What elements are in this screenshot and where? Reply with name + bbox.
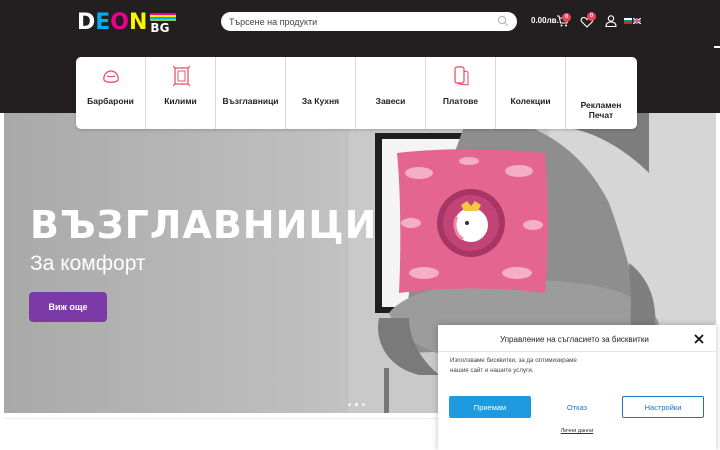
logo-letter-n: N xyxy=(129,10,148,35)
category-kolekcii[interactable]: Колекции xyxy=(496,57,566,129)
search-bar xyxy=(221,12,517,31)
category-reklamen-pechat[interactable]: Рекламен Печат xyxy=(566,57,636,129)
search-icon[interactable] xyxy=(497,15,509,27)
bulgarian-flag-icon[interactable] xyxy=(624,18,632,24)
category-label: Завеси xyxy=(375,96,406,106)
english-flag-icon[interactable] xyxy=(633,18,641,24)
category-platove[interactable]: Платове xyxy=(426,57,496,129)
category-label: Барбарони xyxy=(87,96,134,106)
cookie-settings-button[interactable]: Настройки xyxy=(622,396,704,418)
logo-suffix: BG xyxy=(150,21,170,35)
cookie-divider xyxy=(438,351,716,352)
rug-icon xyxy=(172,65,191,87)
category-za-kuhnya[interactable]: За Кухня xyxy=(286,57,356,129)
cookie-deny-button[interactable]: Отказ xyxy=(536,396,618,418)
category-nav: Барбарони Килими Възглавници За Кухня За… xyxy=(76,57,637,129)
cookie-accept-button[interactable]: Приемам xyxy=(449,396,531,418)
logo-letter-e: E xyxy=(95,10,111,35)
close-icon[interactable] xyxy=(694,334,704,344)
language-switcher[interactable] xyxy=(624,18,641,24)
category-kilimi[interactable]: Килими xyxy=(146,57,216,129)
search-input[interactable] xyxy=(229,16,489,27)
side-tab xyxy=(714,46,720,48)
category-label: Платове xyxy=(442,96,479,106)
logo-stripes xyxy=(150,13,177,21)
slider-dots xyxy=(348,403,365,406)
logo-letter-d: D xyxy=(77,10,96,35)
category-label: Килими xyxy=(164,96,197,106)
category-zavesi[interactable]: Завеси xyxy=(356,57,426,129)
beanbag-icon xyxy=(103,70,119,83)
logo-bg-mark: BG xyxy=(150,12,177,35)
hero-cta-button[interactable]: Виж още xyxy=(29,292,107,322)
logo-letter-o: O xyxy=(110,10,129,35)
content-below-hero xyxy=(4,418,438,450)
wishlist-count-badge: 0 xyxy=(587,12,596,21)
category-label: Колекции xyxy=(510,96,551,106)
cookie-title: Управление на съгласието за бисквитки xyxy=(500,335,649,344)
cookie-text: Използваме бисквитки, за да оптимизираме… xyxy=(450,357,577,374)
category-label: Рекламен Печат xyxy=(580,100,622,120)
category-barbaroni[interactable]: Барбарони xyxy=(76,57,146,129)
hero-title: ВЪЗГЛАВНИЦИ xyxy=(30,203,378,247)
category-vazglavnici[interactable]: Възглавници xyxy=(216,57,286,129)
category-label: За Кухня xyxy=(301,96,340,106)
slider-dot[interactable] xyxy=(362,403,365,406)
fabric-roll-icon xyxy=(454,66,469,86)
slider-dot[interactable] xyxy=(348,403,351,406)
category-label: Възглавници xyxy=(222,96,279,106)
page: D E O N BG 0.00лв. xyxy=(0,0,720,450)
cart-count-badge: 0 xyxy=(562,13,571,22)
site-logo[interactable]: D E O N BG xyxy=(77,10,177,35)
slider-dot-active[interactable] xyxy=(355,403,358,406)
cookie-consent-dialog: Управление на съгласието за бисквитки Из… xyxy=(438,325,716,450)
user-icon[interactable] xyxy=(604,14,618,28)
privacy-policy-link[interactable]: Лични данни xyxy=(438,428,716,434)
hero-subtitle: За комфорт xyxy=(30,252,146,275)
cart-total[interactable]: 0.00лв. xyxy=(531,16,559,25)
